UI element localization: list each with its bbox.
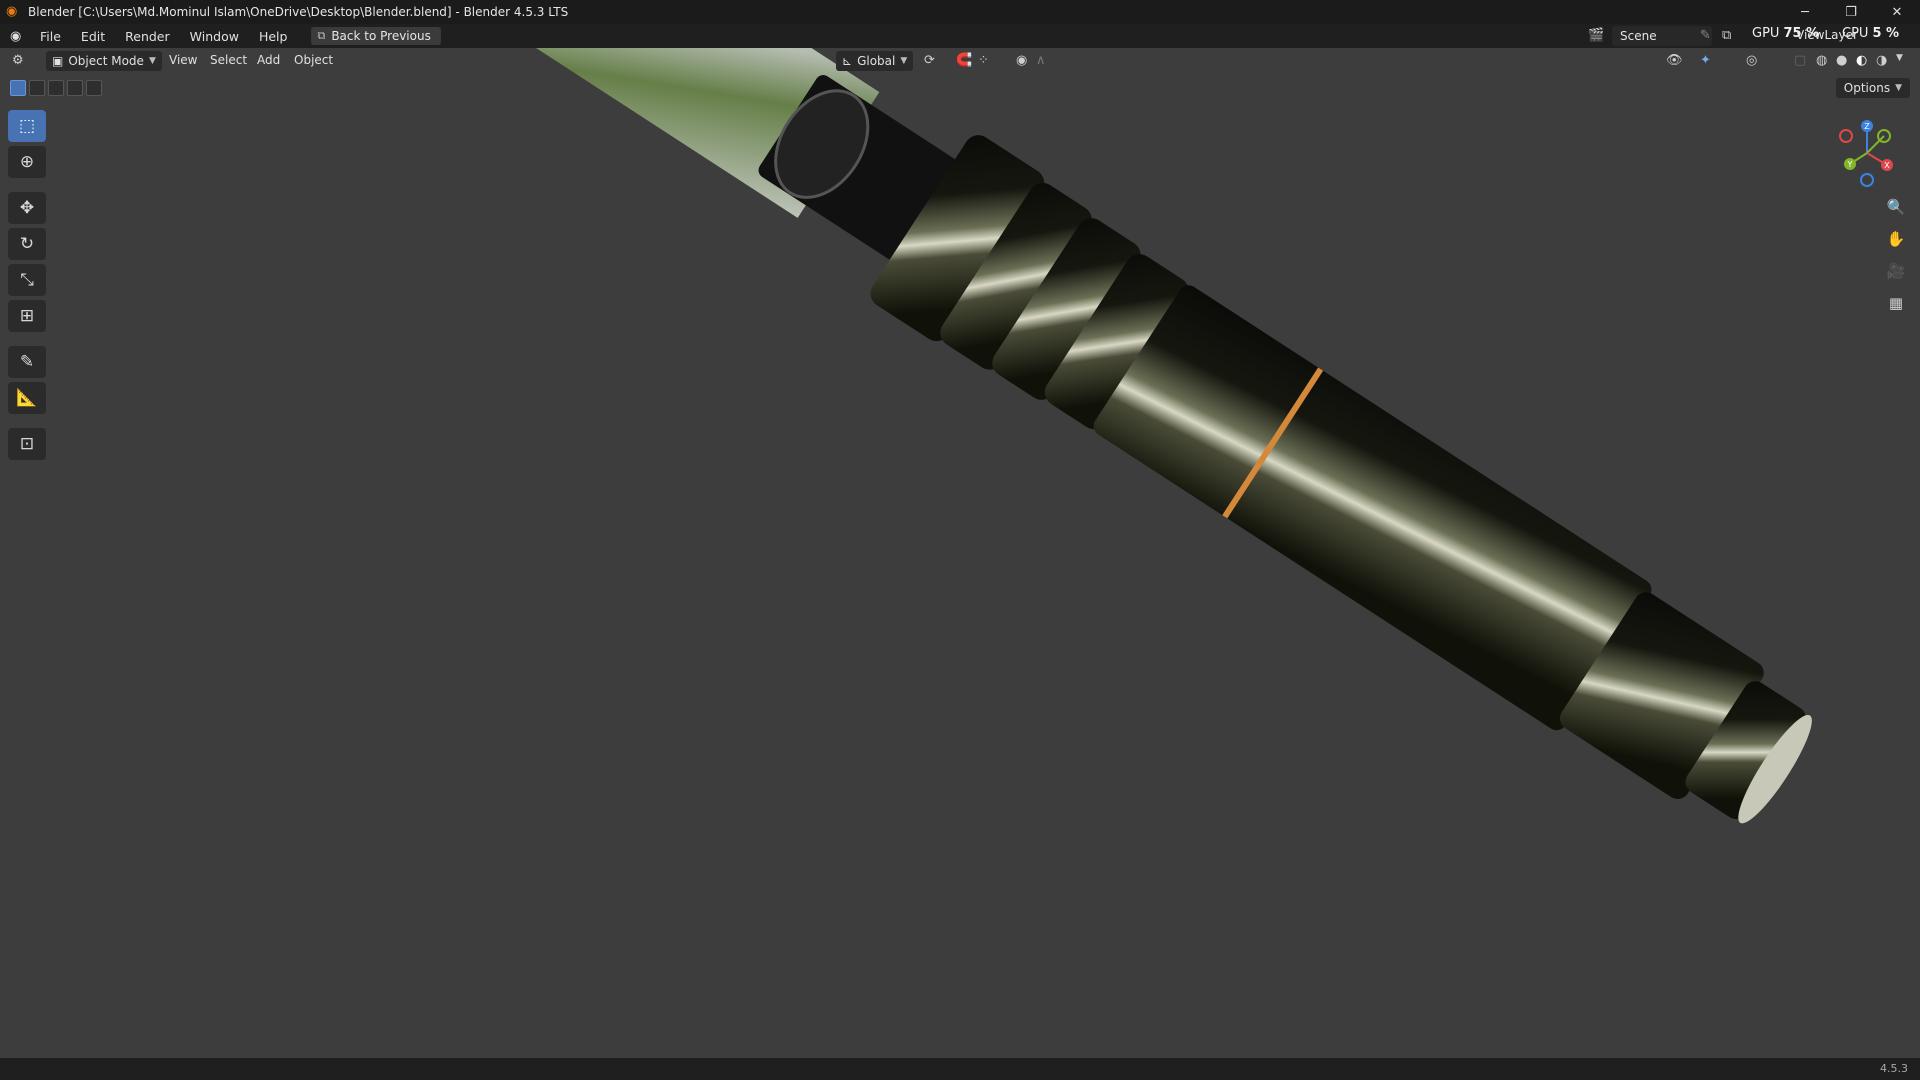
select-invert-icon[interactable] [67,80,83,96]
perspective-grid-icon[interactable]: ▦ [1882,290,1910,316]
close-button[interactable]: ✕ [1874,0,1920,24]
menu-help[interactable]: Help [249,29,298,44]
z-axis-label: Z [1864,122,1870,131]
back-to-previous-button[interactable]: ⧉ Back to Previous [311,27,441,45]
options-dropdown[interactable]: Options ▼ [1835,78,1910,98]
measure-tool[interactable]: 📐 [8,382,46,414]
menu-render[interactable]: Render [115,29,180,44]
select-new-icon[interactable] [10,80,26,96]
transform-icon: ⊞ [19,306,35,326]
select-intersect-icon[interactable] [86,80,102,96]
neg-z-axis-handle[interactable] [1860,173,1874,187]
pin-icon[interactable]: ✎ [1700,28,1711,43]
gpu-label: GPU [1752,26,1780,41]
scene-field[interactable]: Scene [1612,26,1712,46]
screen-back-icon: ⧉ [317,29,326,42]
tool-shelf: ⬚ ⊕ ✥ ↻ ⤡ ⊞ ✎ 📐 ⊡ [8,110,46,460]
minimize-button[interactable]: ─ [1782,0,1828,24]
orientation-icon: ⊾ [842,54,853,68]
window-controls: ─ ❐ ✕ [1782,0,1920,24]
material-preview-shading-icon[interactable]: ◐ [1856,53,1867,68]
pan-hand-icon[interactable]: ✋ [1882,226,1910,252]
selection-mode-buttons [10,80,102,96]
overlays-icon[interactable]: ◎ [1746,53,1757,68]
mode-dropdown[interactable]: ▣ Object Mode ▼ [46,51,162,71]
select-menu[interactable]: Select [210,53,247,67]
navigation-gizmo[interactable]: Z X Y [1832,118,1902,188]
measure-icon: 📐 [16,388,38,408]
chevron-down-icon: ▼ [1895,83,1902,93]
menu-edit[interactable]: Edit [71,29,115,44]
zoom-icon[interactable]: 🔍 [1882,194,1910,220]
select-subtract-icon[interactable] [48,80,64,96]
select-extend-icon[interactable] [29,80,45,96]
annotate-tool[interactable]: ✎ [8,346,46,378]
transform-tool[interactable]: ⊞ [8,300,46,332]
falloff-icon[interactable]: ∧ [1036,53,1046,68]
blender-menu-icon[interactable]: ◉ [10,29,30,44]
rotate-tool[interactable]: ↻ [8,228,46,260]
title-bar: ◉ Blender [C:\Users\Md.Mominul Islam\One… [0,0,1920,24]
version-label: 4.5.3 [1880,1062,1908,1075]
pivot-icon[interactable]: ⟳ [924,53,935,68]
gizmo-toggle-icon[interactable]: ✦ [1700,53,1711,68]
solid-shading-icon[interactable]: ● [1836,53,1847,68]
neg-x-axis-handle[interactable] [1839,129,1853,143]
3d-viewport[interactable]: ⚙ ▣ Object Mode ▼ View Select Add Object… [0,48,1920,1058]
editor-type-icon[interactable]: ⚙ [12,53,24,68]
back-to-previous-label: Back to Previous [331,29,431,43]
cursor-icon: ⊕ [19,152,35,172]
orientation-label: Global [857,54,896,68]
rendered-shading-icon[interactable]: ◑ [1876,53,1887,68]
shading-options-chevron-icon[interactable]: ▼ [1896,53,1903,63]
transform-orientation-dropdown[interactable]: ⊾ Global ▼ [836,51,914,71]
select-box-icon: ⬚ [18,116,36,136]
view-menu[interactable]: View [169,53,197,67]
wireframe-shading-icon[interactable]: ◍ [1816,53,1827,68]
chevron-down-icon: ▼ [148,56,156,66]
y-axis-line [1866,135,1885,154]
lightsaber-hilt-render [512,48,1812,824]
select-box-tool[interactable]: ⬚ [8,110,46,142]
add-menu[interactable]: Add [257,53,280,67]
move-tool[interactable]: ✥ [8,192,46,224]
view-layer-field[interactable]: ViewLayer [1796,28,1858,42]
menu-file[interactable]: File [30,29,71,44]
visibility-icon[interactable]: 👁 [1666,53,1683,68]
menu-window[interactable]: Window [180,29,249,44]
blender-icon: ◉ [6,4,18,19]
restore-button[interactable]: ❐ [1828,0,1874,24]
scene-name: Scene [1620,29,1657,43]
proportional-edit-icon[interactable]: ◉ [1016,53,1027,68]
window-title: Blender [C:\Users\Md.Mominul Islam\OneDr… [28,5,569,19]
view-layer-name: ViewLayer [1796,28,1858,42]
chevron-down-icon: ▼ [900,56,908,66]
rotate-icon: ↻ [19,234,35,254]
cpu-value: 5 % [1872,26,1900,41]
scale-tool[interactable]: ⤡ [8,264,46,296]
add-cube-tool[interactable]: ⊡ [8,428,46,460]
annotate-icon: ✎ [19,352,35,372]
snap-icon[interactable]: 🧲 [956,53,972,68]
move-icon: ✥ [19,198,35,218]
add-cube-icon: ⊡ [19,434,35,454]
snap-target-icon[interactable]: ⁘ [978,53,989,68]
y-axis-label: Y [1847,160,1853,169]
scene-selector-icon[interactable]: 🎬 [1588,28,1604,43]
new-scene-icon[interactable]: ⧉ [1722,28,1731,43]
options-label: Options [1843,81,1891,95]
object-menu[interactable]: Object [294,53,333,67]
scale-icon: ⤡ [20,270,34,290]
object-mode-icon: ▣ [52,54,64,68]
x-axis-label: X [1884,161,1890,170]
camera-view-icon[interactable]: 🎥 [1882,258,1910,284]
cursor-tool[interactable]: ⊕ [8,146,46,178]
xray-icon[interactable]: ▢ [1794,53,1806,68]
status-bar: 4.5.3 [0,1058,1920,1080]
mode-label: Object Mode [68,54,144,68]
navigation-buttons: 🔍 ✋ 🎥 ▦ [1882,194,1910,316]
